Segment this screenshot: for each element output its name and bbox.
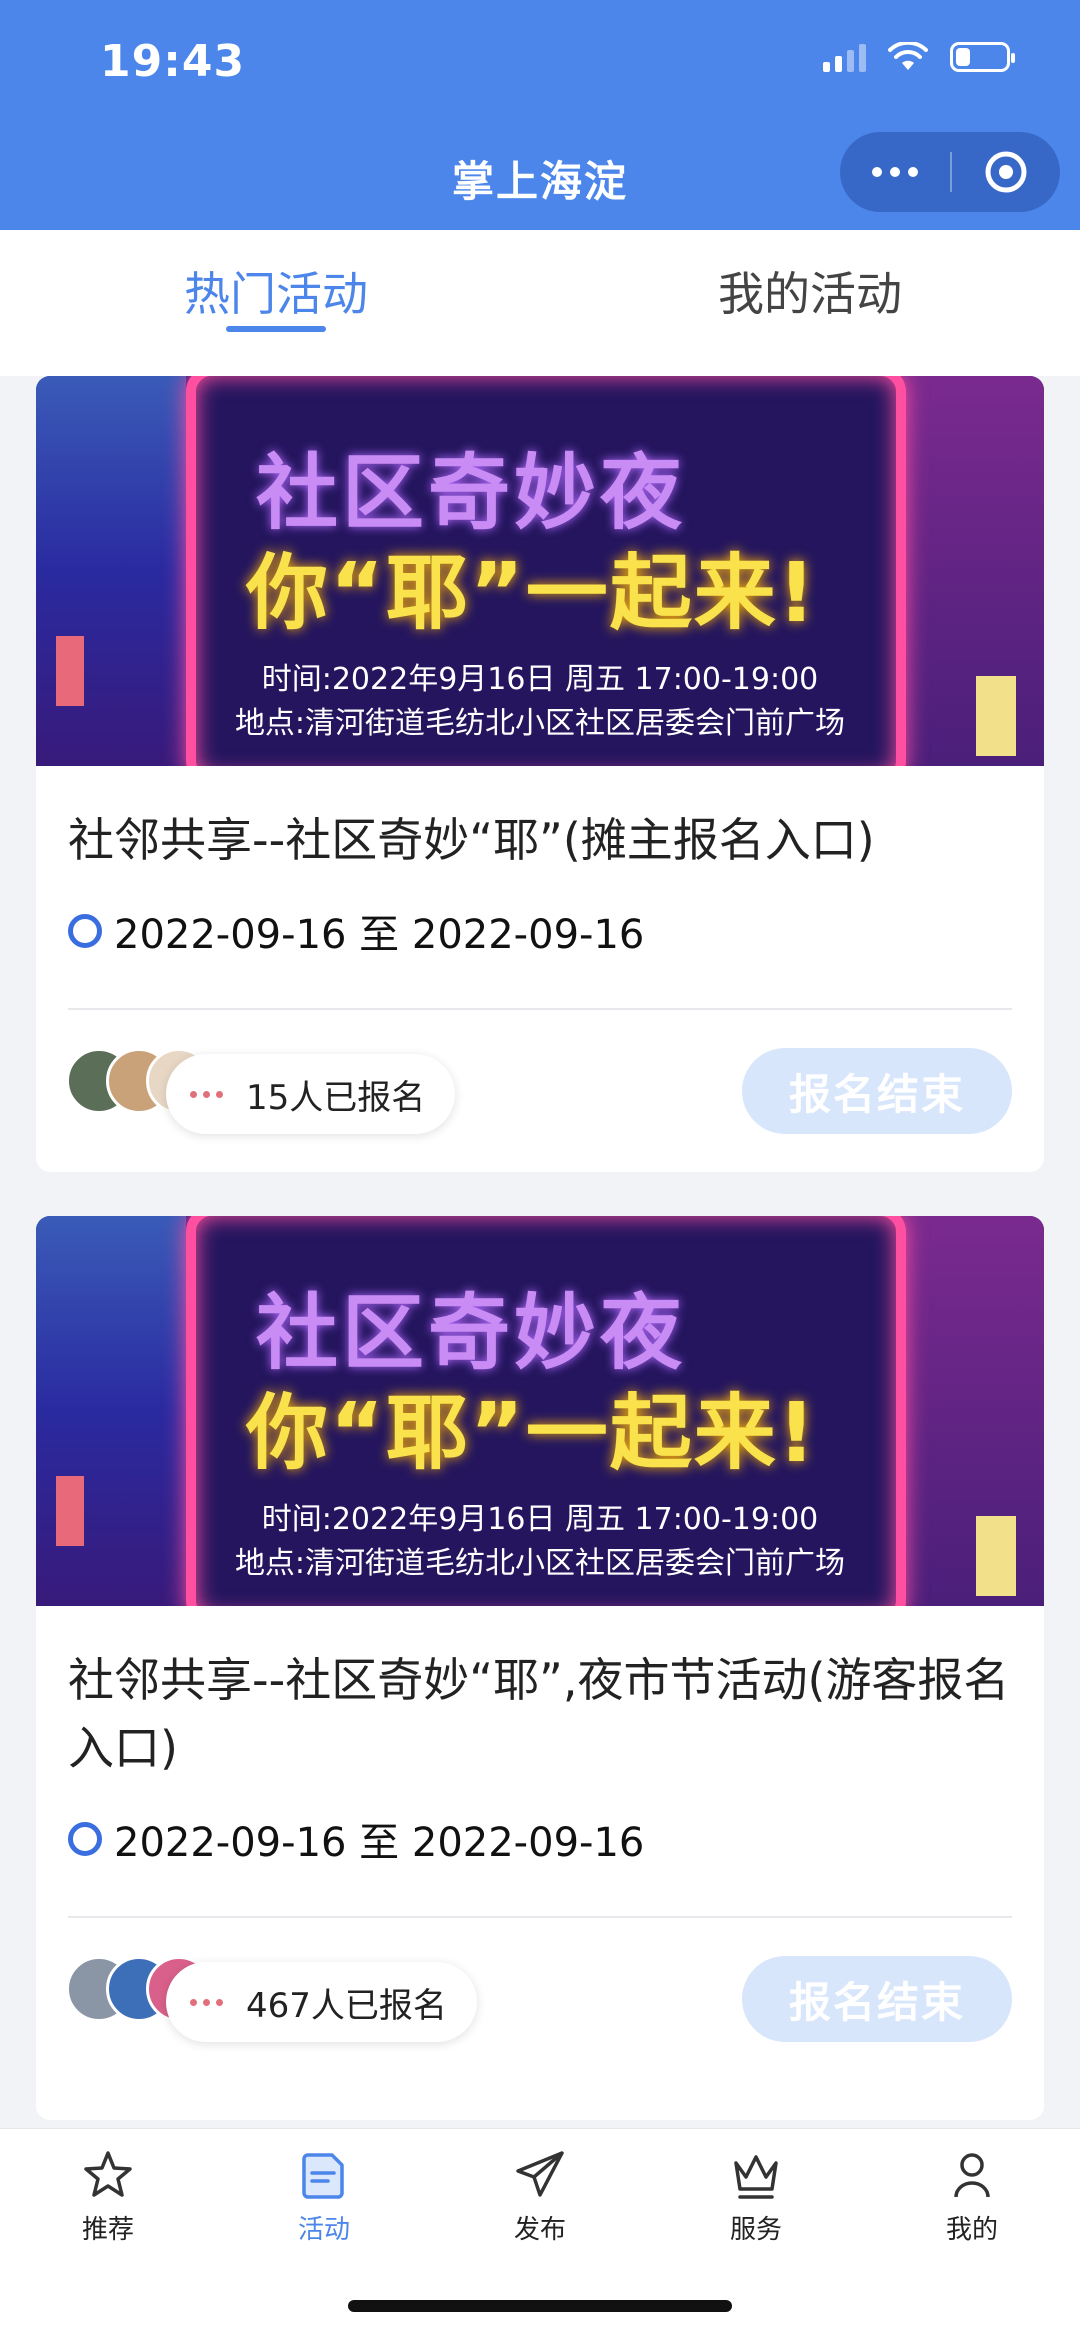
mini-program-capsule [840, 132, 1060, 212]
activity-banner-image: 社区奇妙夜 你“耶”一起来! 时间:2022年9月16日 周五 17:00-19… [36, 1216, 1044, 1606]
nav-item-profile[interactable]: 我的 [912, 2147, 1032, 2246]
signup-count-pill[interactable]: 467人已报名 [166, 1962, 477, 2042]
banner-subheadline: 你“耶”一起来! [246, 1386, 818, 1481]
tab-my-activities[interactable]: 我的活动 [660, 258, 960, 324]
activity-title: 社邻共享--社区奇妙“耶”,夜市节活动(游客报名入口) [68, 1653, 1010, 1775]
user-icon [954, 2153, 990, 2198]
nav-label: 活动 [297, 2215, 350, 2245]
banner-subheadline: 你“耶”一起来! [246, 546, 818, 641]
more-dots-icon [166, 1998, 246, 2006]
star-icon [84, 2151, 132, 2197]
tab-hot-activities[interactable]: 热门活动 [126, 258, 426, 324]
circle-icon [68, 1822, 102, 1856]
activity-card[interactable]: 社区奇妙夜 你“耶”一起来! 时间:2022年9月16日 周五 17:00-19… [36, 376, 1044, 1172]
nav-item-activities[interactable]: 活动 [264, 2147, 384, 2246]
banner-time: 时间:2022年9月16日 周五 17:00-19:00 [261, 1502, 819, 1537]
signup-ended-button[interactable]: 报名结束 [742, 1048, 1012, 1134]
app-header: 19:43 掌上海淀 [0, 0, 1080, 230]
nav-label: 发布 [513, 2215, 566, 2245]
active-tab-indicator [226, 326, 326, 332]
date-row: 2022-09-16 至 2022-09-16 [36, 1782, 1044, 1868]
circle-icon [68, 914, 102, 948]
nav-item-recommend[interactable]: 推荐 [48, 2147, 168, 2246]
activity-banner-image: 社区奇妙夜 你“耶”一起来! 时间:2022年9月16日 周五 17:00-19… [36, 376, 1044, 766]
more-dots-icon [872, 167, 882, 177]
tab-bar: 热门活动 我的活动 [0, 230, 1080, 376]
activity-title: 社邻共享--社区奇妙“耶”(摊主报名入口) [68, 813, 875, 867]
status-time: 19:43 [100, 36, 246, 87]
signup-count: 467人已报名 [246, 1985, 447, 2026]
nav-label: 我的 [945, 2215, 998, 2245]
banner-place: 地点:清河街道毛纺北小区社区居委会门前广场 [234, 1546, 846, 1581]
cellular-signal-icon [823, 42, 866, 72]
signup-count-pill[interactable]: 15人已报名 [166, 1054, 456, 1134]
nav-item-publish[interactable]: 发布 [480, 2147, 600, 2246]
wifi-icon [888, 42, 928, 70]
nav-item-services[interactable]: 服务 [696, 2147, 816, 2246]
target-icon [985, 151, 1027, 193]
close-program-button[interactable] [952, 132, 1060, 212]
battery-icon [950, 42, 1015, 72]
more-dots-icon [166, 1090, 246, 1098]
date-range: 2022-09-16 至 2022-09-16 [114, 912, 645, 958]
activity-card[interactable]: 社区奇妙夜 你“耶”一起来! 时间:2022年9月16日 周五 17:00-19… [36, 1216, 1044, 2120]
signup-count: 15人已报名 [246, 1077, 426, 1118]
more-menu-button[interactable] [840, 132, 950, 212]
status-icons [823, 42, 1015, 72]
date-range: 2022-09-16 至 2022-09-16 [114, 1820, 645, 1866]
date-row: 2022-09-16 至 2022-09-16 [36, 874, 1044, 960]
card-footer: 467人已报名 报名结束 [36, 1918, 1044, 2068]
banner-place: 地点:清河街道毛纺北小区社区居委会门前广场 [234, 706, 846, 741]
home-indicator [348, 2300, 732, 2312]
banner-time: 时间:2022年9月16日 周五 17:00-19:00 [261, 662, 819, 697]
crown-icon [734, 2155, 778, 2199]
activity-icon [302, 2153, 344, 2199]
paper-plane-icon [516, 2151, 564, 2197]
signup-ended-button[interactable]: 报名结束 [742, 1956, 1012, 2042]
card-footer: 15人已报名 报名结束 [36, 1010, 1044, 1160]
nav-label: 推荐 [81, 2215, 134, 2245]
nav-label: 服务 [729, 2215, 782, 2245]
